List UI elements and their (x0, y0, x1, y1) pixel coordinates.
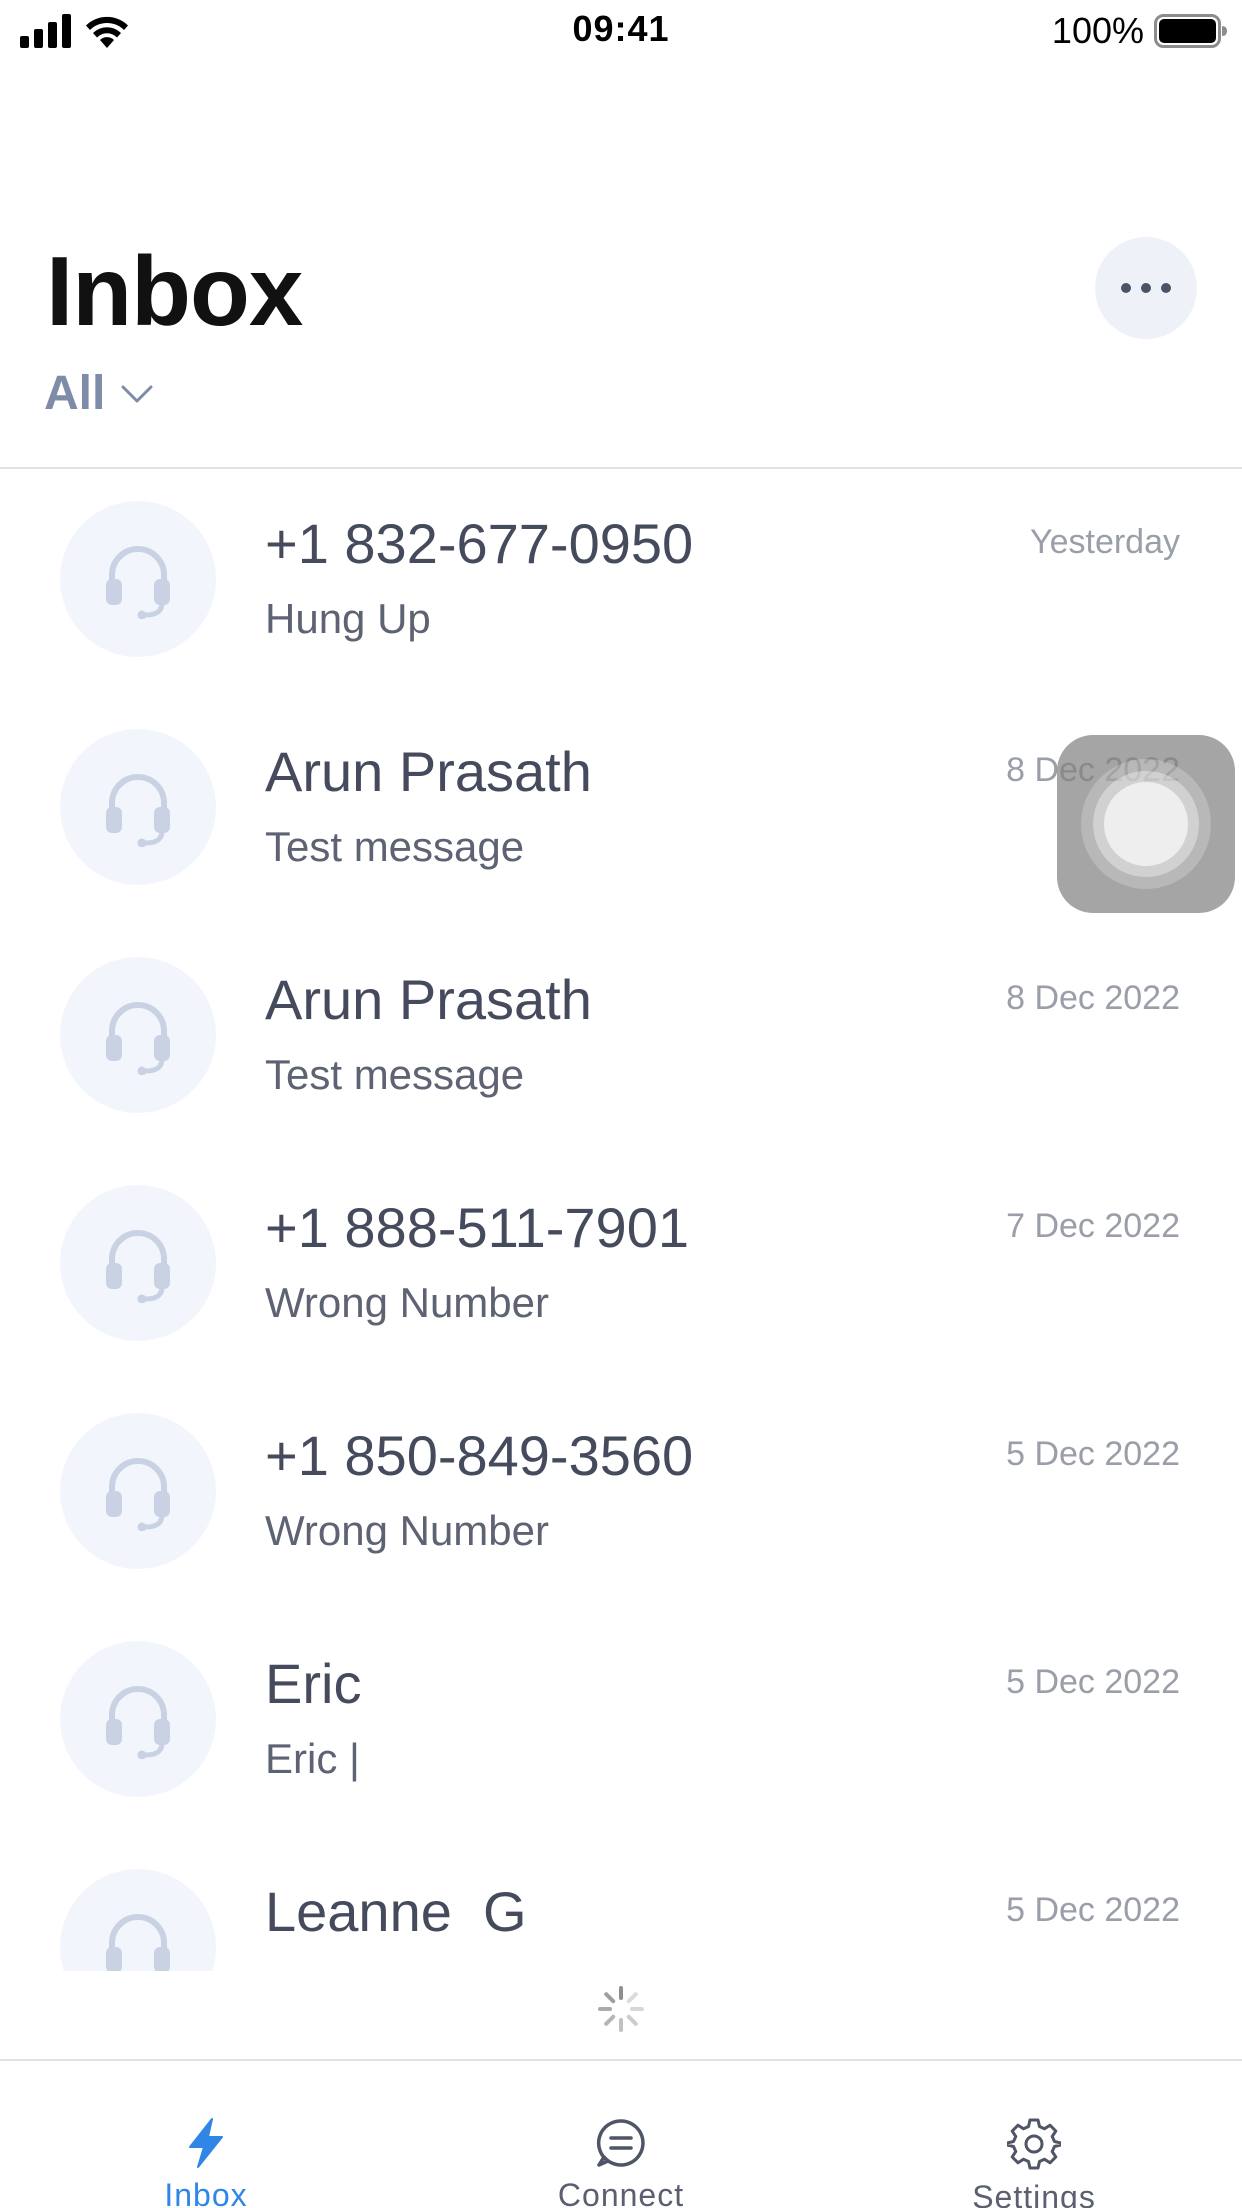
avatar (60, 1641, 216, 1797)
battery-icon (1154, 14, 1227, 48)
headset-icon (106, 774, 170, 847)
conversation-preview: Test message (265, 823, 525, 870)
tab-settings-label: Settings (972, 2179, 1096, 2208)
conversation-row[interactable]: Arun Prasath Test message 8 Dec 2022 (0, 925, 1242, 1153)
headset-icon (106, 1686, 170, 1759)
avatar (60, 1185, 216, 1341)
filter-dropdown[interactable]: All (44, 366, 153, 421)
headset-icon (106, 1458, 170, 1531)
conversation-row[interactable]: Leanne G 5 Dec 2022 (0, 1837, 1242, 1971)
headset-icon (106, 546, 170, 619)
conversation-preview: Wrong Number (265, 1279, 549, 1326)
status-bar: 09:41 100% (0, 0, 1242, 62)
conversation-name: +1 832-677-0950 (265, 512, 694, 575)
assistive-touch-ring-outer (1081, 759, 1211, 889)
conversation-list[interactable]: +1 832-677-0950 Hung Up Yesterday Arun Pras… (0, 469, 1242, 1971)
chevron-down-icon (121, 385, 153, 402)
conversation-date: 7 Dec 2022 (1006, 1207, 1180, 1245)
tab-connect-label: Connect (557, 2177, 685, 2208)
gear-icon (1004, 2117, 1064, 2171)
avatar (60, 501, 216, 657)
assistive-touch-ring-inner (1093, 771, 1199, 877)
tab-bar: Inbox Connect Settings (0, 2059, 1242, 2208)
status-right: 100% (1052, 10, 1228, 52)
conversation-preview: Hung Up (265, 595, 431, 642)
conversation-date: 5 Dec 2022 (1006, 1891, 1180, 1929)
filter-label: All (44, 367, 106, 420)
avatar (60, 1869, 216, 1971)
chat-bubble-icon (591, 2117, 651, 2169)
headset-icon (106, 1230, 170, 1303)
conversation-date: 5 Dec 2022 (1006, 1435, 1180, 1473)
conversation-name: Leanne G (265, 1880, 527, 1943)
headset-icon (106, 1002, 170, 1075)
conversation-name: Arun Prasath (265, 968, 592, 1031)
assistive-touch-button[interactable] (1057, 735, 1235, 913)
ellipsis-icon (1121, 283, 1171, 293)
avatar (60, 729, 216, 885)
avatar (60, 1413, 216, 1569)
tab-inbox[interactable]: Inbox (96, 2061, 316, 2208)
conversation-name: +1 888-511-7901 (265, 1196, 689, 1259)
conversation-date: 8 Dec 2022 (1006, 979, 1180, 1017)
more-options-button[interactable] (1095, 237, 1197, 339)
tab-inbox-label: Inbox (164, 2177, 248, 2208)
tab-settings[interactable]: Settings (924, 2061, 1144, 2208)
conversation-preview: Wrong Number (265, 1507, 549, 1554)
conversation-row[interactable]: +1 850-849-3560 Wrong Number 5 Dec 2022 (0, 1381, 1242, 1609)
avatar (60, 957, 216, 1113)
conversation-date: 5 Dec 2022 (1006, 1663, 1180, 1701)
battery-percentage: 100% (1051, 10, 1144, 51)
conversation-row[interactable]: +1 888-511-7901 Wrong Number 7 Dec 2022 (0, 1153, 1242, 1381)
conversation-preview: Eric | (265, 1735, 360, 1782)
conversation-name: Arun Prasath (265, 740, 592, 803)
assistive-touch-core (1104, 782, 1188, 866)
headset-icon (106, 1914, 170, 1971)
conversation-date: Yesterday (1030, 523, 1180, 561)
conversation-row[interactable]: +1 832-677-0950 Hung Up Yesterday (0, 469, 1242, 697)
conversation-preview: Test message (265, 1051, 525, 1098)
conversation-name: Eric (265, 1652, 362, 1715)
conversation-row[interactable]: Arun PrasathTest message8 Dec 2022 (0, 697, 1242, 925)
page-title: Inbox (46, 236, 303, 346)
loading-spinner-icon (598, 1986, 644, 2032)
tab-connect[interactable]: Connect (511, 2061, 731, 2208)
inbox-screen: 09:41 100% Inbox All +1 832-677-0950 Hung… (0, 0, 1242, 2208)
conversation-row[interactable]: Eric Eric | 5 Dec 2022 (0, 1609, 1242, 1837)
conversation-name: +1 850-849-3560 (265, 1424, 694, 1487)
lightning-icon (176, 2117, 236, 2169)
